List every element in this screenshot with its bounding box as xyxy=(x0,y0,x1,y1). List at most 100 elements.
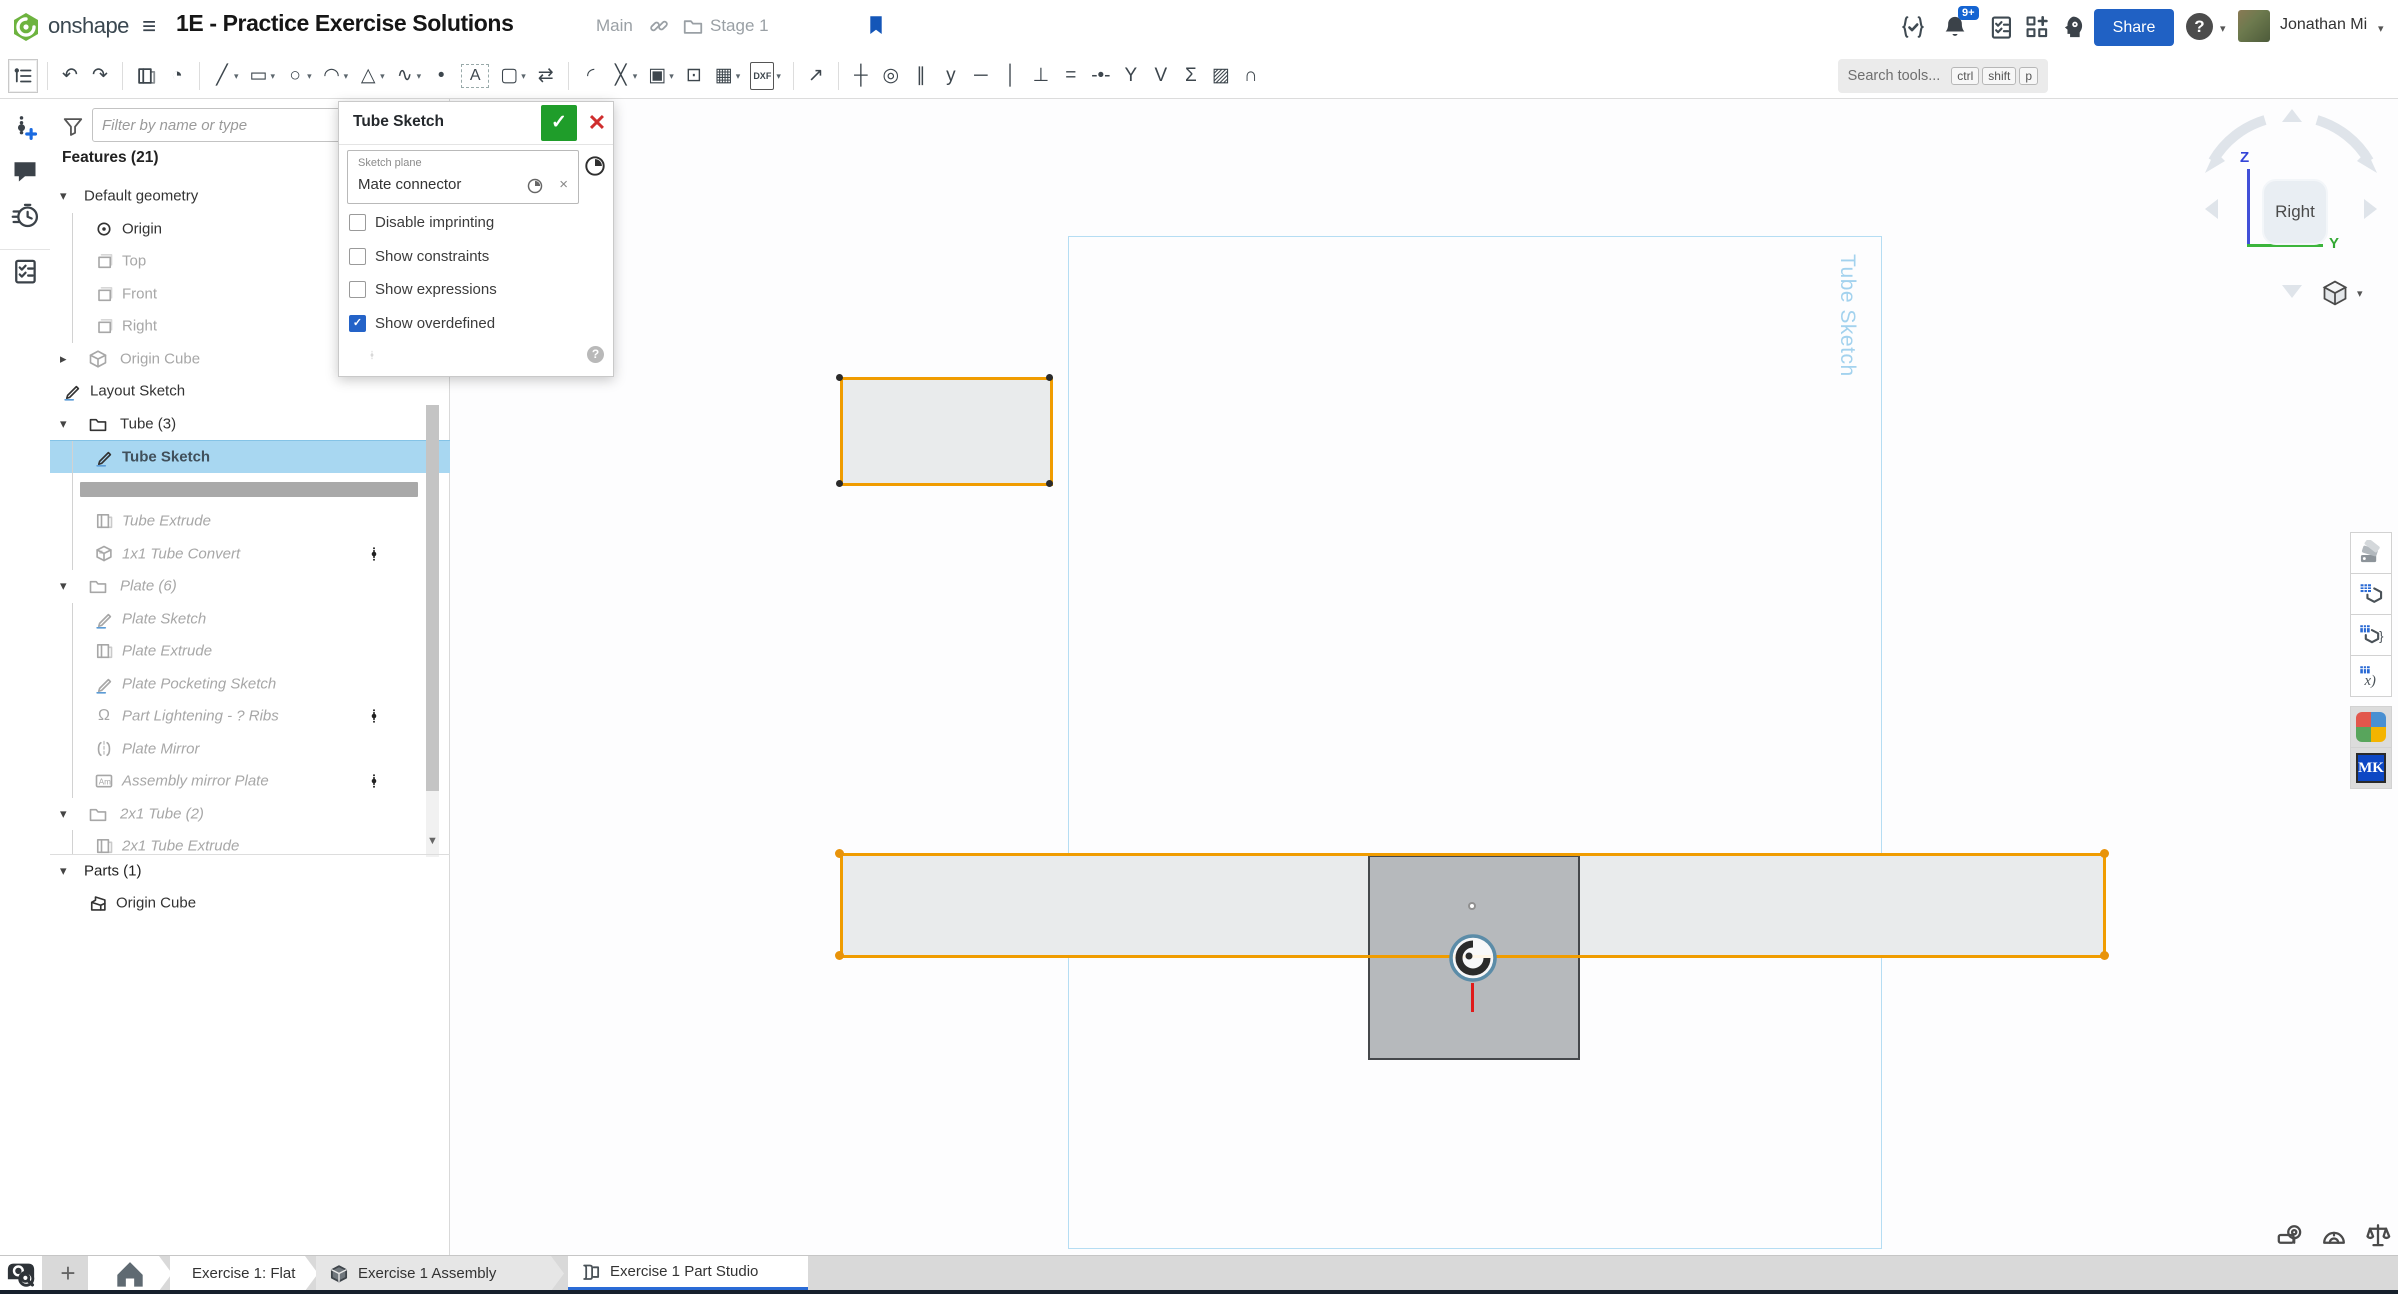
point-tool[interactable]: • xyxy=(428,59,454,93)
checkbox-checked-icon[interactable]: ✓ xyxy=(349,315,366,332)
feature-item-1x1-tube-convert[interactable]: 1x1 Tube Convert xyxy=(50,538,450,571)
mirror-tool[interactable]: ⇄ xyxy=(533,59,559,93)
export-dxf-tool[interactable]: DXF▾ xyxy=(747,59,784,93)
user-name[interactable]: Jonathan Mi xyxy=(2280,16,2367,34)
checklist-button[interactable] xyxy=(11,257,39,285)
dialog-drag-dots-icon[interactable] xyxy=(367,340,377,370)
midpoint-tool[interactable]: -•- xyxy=(1088,59,1114,93)
overdefined-dots-icon[interactable] xyxy=(366,542,382,566)
branch-label[interactable]: Main xyxy=(596,16,633,36)
add-tab-button[interactable]: + xyxy=(52,1256,84,1291)
history-button[interactable] xyxy=(11,201,39,229)
slot-tool[interactable]: ▢▾ xyxy=(496,59,529,93)
dialog-cancel-button[interactable]: ✕ xyxy=(585,108,609,138)
mass-properties-icon[interactable] xyxy=(2364,1221,2392,1249)
checkbox-unchecked-icon[interactable] xyxy=(349,248,366,265)
rotate-right-arrow[interactable] xyxy=(2364,199,2377,219)
help-button[interactable]: ? xyxy=(2186,13,2213,40)
share-button[interactable]: Share xyxy=(2094,9,2174,46)
rotate-up-arrow[interactable] xyxy=(2282,109,2302,122)
configurations-panel-button[interactable]: } xyxy=(2350,614,2392,656)
caret-right-icon[interactable]: ▸ xyxy=(60,351,67,367)
tab-exercise-1-part-studio[interactable]: Exercise 1 Part Studio xyxy=(568,1256,808,1291)
center-point-circle-tool[interactable]: ○▾ xyxy=(282,59,315,93)
feature-item-plate-pocketing-sketch[interactable]: Plate Pocketing Sketch xyxy=(50,668,450,701)
tab-exercise-1-assembly[interactable]: Exercise 1 Assembly xyxy=(316,1256,564,1291)
feature-item-2x1-tube-2[interactable]: ▾2x1 Tube (2) xyxy=(50,798,450,831)
perpendicular-tool[interactable]: ⊥ xyxy=(1028,59,1054,93)
line-tool[interactable]: ╱▾ xyxy=(209,59,242,93)
linear-pattern-tool[interactable]: ▦▾ xyxy=(711,59,744,93)
concentric-tool[interactable]: ◎ xyxy=(878,59,904,93)
tab-exercise-1-flat[interactable]: Exercise 1: Flat xyxy=(170,1256,318,1291)
polygon-tool[interactable]: △▾ xyxy=(355,59,388,93)
caret-down-icon[interactable]: ▾ xyxy=(60,578,67,594)
rollback-bar[interactable] xyxy=(80,482,418,497)
feature-item-tube-extrude[interactable]: Tube Extrude xyxy=(50,505,450,538)
sketch-vertex[interactable] xyxy=(835,951,844,960)
open-window-icon[interactable] xyxy=(2024,14,2050,40)
corner-rectangle-tool[interactable]: ▭▾ xyxy=(246,59,279,93)
dialog-help-button[interactable]: ? xyxy=(587,346,604,363)
feature-item-plate-sketch[interactable]: Plate Sketch xyxy=(50,603,450,636)
coincident-tool[interactable]: ┼ xyxy=(848,59,874,93)
checkbox-show-constraints[interactable]: Show constraints xyxy=(349,240,603,274)
offset-tool[interactable]: ▣▾ xyxy=(644,59,677,93)
pinwheel-app-button[interactable] xyxy=(2350,706,2392,748)
symmetric-tool[interactable]: Σ xyxy=(1178,59,1204,93)
home-tab[interactable] xyxy=(88,1256,172,1291)
feature-item-assembly-mirror-plate[interactable]: AmAssembly mirror Plate xyxy=(50,765,450,798)
checkbox-unchecked-icon[interactable] xyxy=(349,281,366,298)
sketch-vertex[interactable] xyxy=(835,849,844,858)
overdefined-dots-icon[interactable] xyxy=(366,704,382,728)
view-mode-cube-icon[interactable] xyxy=(2321,279,2349,307)
horizontal-constraint-tool[interactable]: ─ xyxy=(968,59,994,93)
search-tools[interactable]: Search tools... ctrlshiftp xyxy=(1838,59,2048,93)
caret-down-icon[interactable]: ▾ xyxy=(60,863,67,879)
caret-down-icon[interactable]: ▾ xyxy=(60,806,67,822)
sketch-vertex[interactable] xyxy=(836,480,843,487)
caret-down-icon[interactable]: ▾ xyxy=(60,188,67,204)
sketch-settings-tool[interactable] xyxy=(132,59,160,93)
checkbox-show-overdefined[interactable]: ✓Show overdefined xyxy=(349,307,603,341)
tangent-constraint-tool[interactable]: y xyxy=(938,59,964,93)
chevron-down-icon[interactable]: ▾ xyxy=(2378,22,2384,35)
sketch-plane-field[interactable]: Sketch plane Mate connector × xyxy=(347,150,579,204)
feature-item-2x1-tube-extrude[interactable]: 2x1 Tube Extrude xyxy=(50,830,450,854)
protractor-icon[interactable] xyxy=(2320,1221,2348,1249)
sketch-text-tool[interactable]: A xyxy=(458,59,492,93)
sketch-vertex[interactable] xyxy=(1046,480,1053,487)
sketch-vertex[interactable] xyxy=(2100,951,2109,960)
checkbox-show-expressions[interactable]: Show expressions xyxy=(349,273,603,307)
feature-list-toggle-tool[interactable] xyxy=(8,59,38,93)
version-label[interactable]: Stage 1 xyxy=(710,16,769,36)
model-canvas[interactable]: Tube Sketch xyxy=(450,99,2398,1255)
mate-connector-clock-icon[interactable] xyxy=(526,177,544,195)
undo-tool[interactable]: ↶ xyxy=(57,59,83,93)
spline-tool[interactable]: ∿▾ xyxy=(392,59,425,93)
trim-tool[interactable]: ╳▾ xyxy=(608,59,641,93)
chevron-down-icon[interactable]: ▾ xyxy=(2357,287,2363,300)
document-title[interactable]: 1E - Practice Exercise Solutions xyxy=(176,10,513,37)
scrollbar-down-arrow-icon[interactable]: ▼ xyxy=(427,835,438,847)
feature-item-plate-mirror[interactable]: Plate Mirror xyxy=(50,733,450,766)
vertical-constraint-tool[interactable]: │ xyxy=(998,59,1024,93)
tape-measure-icon[interactable] xyxy=(2276,1221,2304,1249)
rotate-left-arrow[interactable] xyxy=(2205,199,2218,219)
rollback-row[interactable] xyxy=(50,473,450,506)
final-state-clock-button[interactable] xyxy=(583,154,607,178)
construction-tool[interactable]: ↗ xyxy=(803,59,829,93)
sketch-vertex[interactable] xyxy=(836,374,843,381)
feature-item-tube-3[interactable]: ▾Tube (3) xyxy=(50,408,450,441)
scrollbar-thumb[interactable] xyxy=(426,405,439,791)
part-item-origin-cube[interactable]: Origin Cube xyxy=(50,887,450,920)
pierce-tool[interactable]: V xyxy=(1148,59,1174,93)
learning-center-icon[interactable] xyxy=(2060,14,2086,40)
checkbox-disable-imprinting[interactable]: Disable imprinting xyxy=(349,206,603,240)
tab-search-button[interactable] xyxy=(0,1256,42,1291)
parallel-tool[interactable]: ∥ xyxy=(908,59,934,93)
comments-button[interactable] xyxy=(11,157,39,185)
view-cube-face[interactable]: Right xyxy=(2262,179,2328,245)
view-cube[interactable]: Z Y Right ▾ xyxy=(2185,103,2397,321)
hatch-tool[interactable]: ▨ xyxy=(1208,59,1234,93)
